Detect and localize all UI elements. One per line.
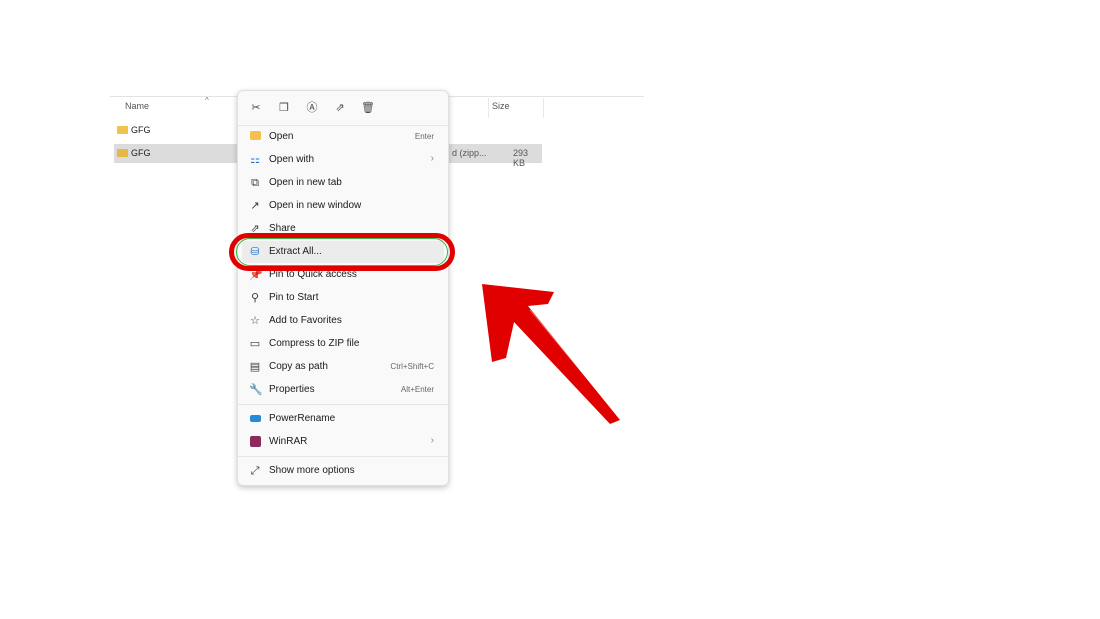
new-window-icon: ↗ [250, 200, 260, 212]
menu-item-label: Pin to Start [269, 292, 319, 303]
path-icon: ▤ [249, 361, 261, 373]
highlight-ring [229, 233, 455, 271]
file-type: d (zipp... [452, 148, 487, 158]
open-with-icon: ⚏ [250, 154, 260, 166]
column-header-name[interactable]: Name [125, 101, 149, 111]
menu-item-label: Show more options [269, 465, 355, 476]
cut-icon[interactable]: ✂ [246, 99, 266, 117]
copy-icon[interactable]: ❐ [274, 99, 294, 117]
menu-item-properties[interactable]: 🔧 Properties Alt+Enter [242, 379, 444, 401]
menu-toolbar: ✂ ❐ Ⓐ ⇗ 🗑 [244, 97, 394, 121]
sort-caret-icon: ^ [205, 96, 209, 105]
menu-item-label: Compress to ZIP file [269, 338, 360, 349]
share-icon[interactable]: ⇗ [330, 99, 350, 117]
menu-item-label: Open in new tab [269, 177, 342, 188]
menu-item-label: PowerRename [269, 413, 336, 424]
menu-item-open-in-new-tab[interactable]: ⧉ Open in new tab [242, 172, 444, 194]
menu-item-label: Open with [269, 154, 315, 165]
new-tab-icon: ⧉ [251, 177, 259, 189]
menu-item-powerrename[interactable]: PowerRename [242, 408, 444, 430]
winrar-icon [249, 436, 261, 448]
menu-item-compress-to-zip[interactable]: ▭ Compress to ZIP file [242, 333, 444, 355]
folder-icon [249, 131, 261, 143]
menu-item-shortcut: Enter [414, 132, 434, 141]
powerrename-icon [249, 413, 261, 425]
menu-divider [238, 456, 448, 457]
menu-item-label: WinRAR [269, 436, 308, 447]
wrench-icon: 🔧 [249, 384, 263, 396]
menu-item-shortcut: Ctrl+Shift+C [390, 362, 434, 371]
column-separator[interactable] [488, 98, 489, 118]
column-separator[interactable] [543, 98, 544, 118]
menu-item-label: Open [269, 131, 294, 142]
annotation-arrow-icon [482, 284, 620, 424]
menu-item-show-more-options[interactable]: ⤢ Show more options [242, 460, 444, 482]
column-header-size[interactable]: Size [492, 101, 510, 111]
pin-icon: ⚲ [250, 292, 260, 304]
menu-item-open[interactable]: Open Enter [242, 126, 444, 148]
menu-item-pin-to-start[interactable]: ⚲ Pin to Start [242, 287, 444, 309]
menu-item-copy-as-path[interactable]: ▤ Copy as path Ctrl+Shift+C [242, 356, 444, 378]
context-menu: ✂ ❐ Ⓐ ⇗ 🗑 Open Enter ⚏ Open with › ⧉ Ope… [237, 90, 449, 486]
menu-divider [238, 404, 448, 405]
zip-folder-icon [117, 149, 128, 157]
menu-item-open-in-new-window[interactable]: ↗ Open in new window [242, 195, 444, 217]
menu-item-add-to-favorites[interactable]: ☆ Add to Favorites [242, 310, 444, 332]
menu-item-shortcut: Alt+Enter [400, 385, 434, 394]
file-name: GFG [131, 148, 151, 158]
file-size: 293 KB [513, 148, 529, 168]
star-icon: ☆ [250, 315, 260, 327]
menu-item-open-with[interactable]: ⚏ Open with › [242, 149, 444, 171]
more-options-icon: ⤢ [250, 465, 260, 477]
menu-item-label: Copy as path [269, 361, 328, 372]
chevron-right-icon: › [430, 435, 434, 446]
zip-icon: ▭ [249, 338, 261, 350]
folder-icon [117, 126, 128, 134]
menu-item-label: Open in new window [269, 200, 362, 211]
delete-icon[interactable]: 🗑 [358, 99, 378, 117]
chevron-right-icon: › [430, 153, 434, 164]
file-name: GFG [131, 125, 151, 135]
menu-item-label: Properties [269, 384, 315, 395]
menu-item-winrar[interactable]: WinRAR › [242, 431, 444, 453]
menu-item-label: Add to Favorites [269, 315, 342, 326]
rename-icon[interactable]: Ⓐ [302, 99, 322, 117]
